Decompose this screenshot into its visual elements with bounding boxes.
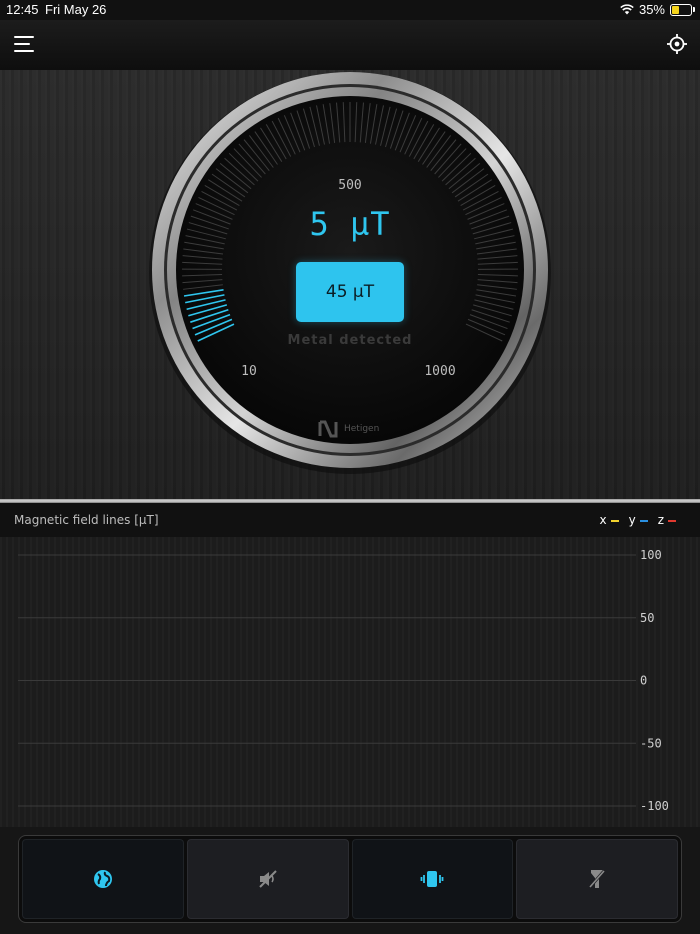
- hamburger-menu-icon[interactable]: [14, 34, 36, 54]
- legend-item-x: x: [599, 513, 619, 527]
- brand-name: Hetigen: [344, 424, 380, 434]
- bottom-toolbar: [18, 835, 682, 923]
- vibrate-toggle-button[interactable]: [351, 839, 514, 919]
- field-strength-reading: 5 µT: [309, 205, 391, 243]
- top-bar: [0, 20, 700, 70]
- legend-item-z: z: [658, 513, 676, 527]
- legend-swatch-y: [639, 520, 648, 522]
- status-date: Fri May 26: [45, 2, 107, 17]
- crosshair-icon[interactable]: [666, 33, 688, 55]
- y-tick-label: 100: [640, 548, 662, 562]
- gauge-panel: 500 5 µT 45 µT Metal detected 10 1000 He…: [0, 70, 700, 503]
- brand-logo: Hetigen: [318, 420, 379, 438]
- flashlight-off-icon: [588, 870, 606, 888]
- legend-item-y: y: [629, 513, 648, 527]
- gauge-label-500: 500: [338, 178, 362, 193]
- sound-toggle-button[interactable]: [186, 839, 349, 919]
- wifi-icon: [620, 4, 634, 15]
- sound-off-icon: [258, 870, 277, 888]
- chart-legend: x y z: [599, 513, 676, 527]
- y-tick-label: -100: [640, 799, 669, 813]
- vibrate-icon: [420, 871, 444, 887]
- mode-globe-button[interactable]: [22, 839, 184, 919]
- battery-icon: [670, 3, 695, 16]
- legend-swatch-z: [668, 520, 676, 522]
- legend-label-x: x: [599, 513, 607, 527]
- status-right: 35%: [620, 2, 695, 17]
- chart-header: Magnetic field lines [µT] x y z: [0, 503, 700, 537]
- status-time: 12:45: [6, 2, 39, 17]
- battery-percent: 35%: [638, 2, 665, 17]
- y-tick-label: -50: [640, 736, 662, 750]
- legend-swatch-x: [610, 520, 619, 522]
- flashlight-toggle-button[interactable]: [516, 839, 678, 919]
- gauge-label-1000: 1000: [424, 364, 456, 379]
- y-tick-label: 0: [640, 674, 647, 688]
- threshold-button[interactable]: 45 µT: [296, 262, 404, 322]
- legend-label-y: y: [628, 513, 636, 527]
- magnetic-field-chart: 100 50 0 -50 -100: [0, 537, 700, 827]
- legend-label-z: z: [657, 513, 664, 527]
- chart-title: Magnetic field lines [µT]: [14, 513, 159, 527]
- globe-icon: [93, 870, 112, 888]
- y-tick-label: 50: [640, 611, 654, 625]
- brand-icon: [318, 420, 338, 438]
- status-bar: 12:45 Fri May 26 35%: [0, 0, 700, 20]
- gauge-label-10: 10: [241, 364, 257, 379]
- chart-plot: 100 50 0 -50 -100: [16, 548, 669, 813]
- metal-detected-status: Metal detected: [287, 333, 413, 348]
